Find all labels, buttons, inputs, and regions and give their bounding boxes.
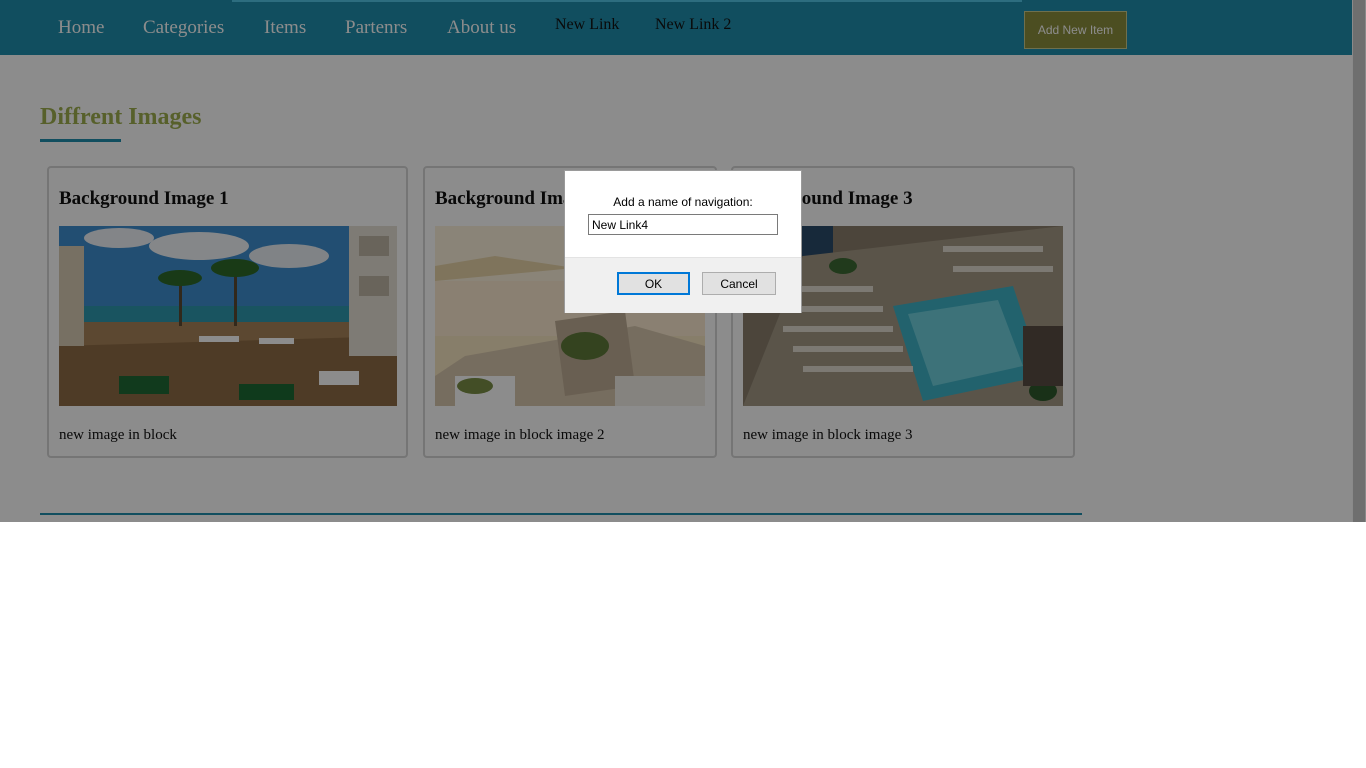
dialog-message: Add a name of navigation: bbox=[613, 195, 753, 209]
ok-button[interactable]: OK bbox=[617, 272, 690, 295]
cancel-button[interactable]: Cancel bbox=[702, 272, 776, 295]
scrollbar-thumb[interactable] bbox=[1353, 0, 1365, 522]
prompt-dialog: Add a name of navigation: OK Cancel bbox=[564, 170, 802, 313]
navigation-name-input[interactable] bbox=[588, 214, 778, 235]
